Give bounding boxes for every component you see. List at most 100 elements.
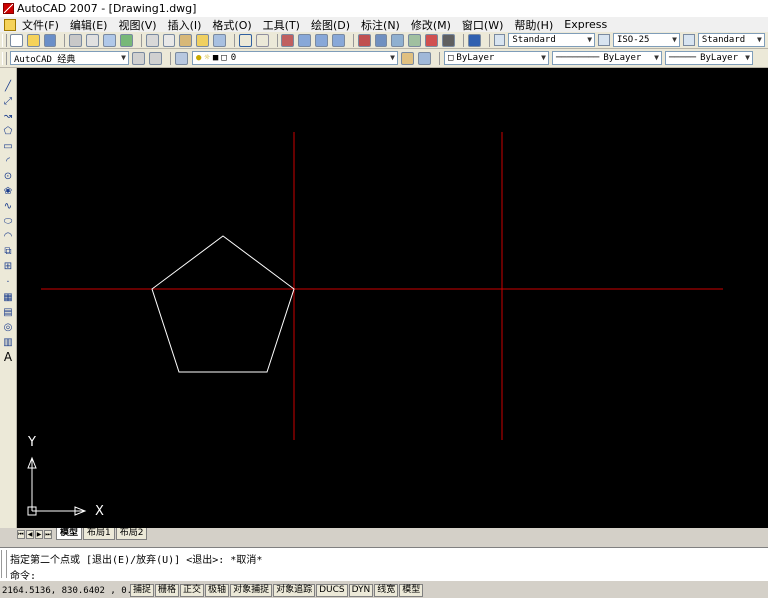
arc-icon[interactable]: ◜ <box>2 155 14 167</box>
table-style-icon[interactable] <box>683 34 695 46</box>
point-icon[interactable]: · <box>2 276 14 288</box>
tab-model[interactable]: 模型 <box>56 528 83 540</box>
redo-icon[interactable] <box>255 33 269 47</box>
toolbar-separator <box>462 33 464 47</box>
otrack-toggle[interactable]: 对象追踪 <box>273 584 316 597</box>
make-block-icon[interactable]: ⊞ <box>2 260 14 272</box>
document-icon[interactable] <box>4 18 16 31</box>
drawing-canvas[interactable]: Y X <box>17 68 768 528</box>
construction-line-icon[interactable]: ⤢ <box>2 95 14 107</box>
layer-properties-icon[interactable] <box>175 51 188 65</box>
table-style-select[interactable]: Standard ▼ <box>697 33 765 47</box>
lineweight-select[interactable]: ───── ByLayer ▼ <box>665 51 753 65</box>
layer-previous-icon[interactable] <box>418 51 431 65</box>
print-preview-icon[interactable] <box>86 33 100 47</box>
help-icon[interactable] <box>467 33 481 47</box>
ortho-toggle[interactable]: 正交 <box>180 584 205 597</box>
dim-style-select[interactable]: ISO-25 ▼ <box>612 33 680 47</box>
color-select[interactable]: □ ByLayer ▼ <box>444 51 549 65</box>
rectangle-icon[interactable]: ▭ <box>2 140 14 152</box>
command-window-grip[interactable] <box>1 550 7 578</box>
previous-tab-icon[interactable]: ◀ <box>26 529 34 539</box>
workspace-settings-icon[interactable] <box>132 51 145 65</box>
cut-icon[interactable] <box>145 33 159 47</box>
layer-select[interactable]: ● ☼ ■ □ 0 ▼ <box>192 51 398 65</box>
line-icon[interactable]: ╱ <box>2 80 14 92</box>
first-tab-icon[interactable]: ⏮ <box>17 529 25 539</box>
insert-block-icon[interactable]: ⧉ <box>2 245 14 257</box>
table-icon[interactable]: ▥ <box>2 336 14 348</box>
zoom-previous-icon[interactable] <box>331 33 345 47</box>
menu-view[interactable]: 视图(V) <box>118 17 156 33</box>
markup-icon[interactable] <box>425 33 438 47</box>
pentagon[interactable] <box>151 235 295 373</box>
last-tab-icon[interactable]: ⏭ <box>44 529 52 539</box>
menu-draw[interactable]: 绘图(D) <box>311 17 350 33</box>
dim-style-icon[interactable] <box>598 34 610 46</box>
polar-toggle[interactable]: 极轴 <box>205 584 230 597</box>
dyn-toggle[interactable]: DYN <box>348 584 374 597</box>
tool-palettes-icon[interactable] <box>391 33 405 47</box>
new-file-icon[interactable] <box>9 33 23 47</box>
ducs-toggle[interactable]: DUCS <box>316 584 348 597</box>
workspace-save-icon[interactable] <box>149 51 162 65</box>
undo-icon[interactable] <box>238 33 252 47</box>
workspace-select[interactable]: AutoCAD 经典 ▼ <box>10 51 129 65</box>
chevron-down-icon: ▼ <box>541 53 546 62</box>
pan-icon[interactable] <box>281 33 295 47</box>
match-properties-icon[interactable] <box>196 33 210 47</box>
zoom-realtime-icon[interactable] <box>298 33 312 47</box>
next-tab-icon[interactable]: ▶ <box>35 529 43 539</box>
tab-layout1[interactable]: 布局1 <box>83 528 115 540</box>
menu-express[interactable]: Express <box>564 18 607 31</box>
calculator-icon[interactable] <box>441 33 455 47</box>
menu-dimension[interactable]: 标注(N) <box>361 17 400 33</box>
polyline-icon[interactable]: ↝ <box>2 110 14 122</box>
block-editor-icon[interactable] <box>213 33 226 47</box>
multiline-text-icon[interactable]: A <box>2 350 14 364</box>
circle-icon[interactable]: ⊙ <box>2 170 14 182</box>
coordinate-readout[interactable]: 2164.5136, 830.6402 , 0.0000 <box>0 586 154 596</box>
print-icon[interactable] <box>69 33 83 47</box>
grid-toggle[interactable]: 栅格 <box>155 584 180 597</box>
menu-modify[interactable]: 修改(M) <box>411 17 451 33</box>
paste-icon[interactable] <box>179 33 193 47</box>
copy-icon[interactable] <box>162 33 176 47</box>
toolbar-grip[interactable] <box>2 33 7 47</box>
menu-insert[interactable]: 插入(I) <box>168 17 202 33</box>
hatch-icon[interactable]: ▦ <box>2 291 14 303</box>
text-style-icon[interactable] <box>493 34 506 46</box>
lineweight-toggle[interactable]: 线宽 <box>374 584 399 597</box>
polygon-icon[interactable]: ⬠ <box>2 125 14 137</box>
menu-help[interactable]: 帮助(H) <box>514 17 553 33</box>
ellipse-arc-icon[interactable]: ◠ <box>2 230 14 242</box>
menu-file[interactable]: 文件(F) <box>22 17 59 33</box>
toolbar-grip[interactable] <box>2 51 7 65</box>
command-prompt[interactable]: 命令: <box>10 567 36 582</box>
tab-layout2[interactable]: 布局2 <box>115 528 148 540</box>
toolbar-separator <box>233 33 235 47</box>
menu-format[interactable]: 格式(O) <box>212 17 251 33</box>
publish-web-icon[interactable] <box>119 33 133 47</box>
make-object-layer-current-icon[interactable] <box>401 51 414 65</box>
spline-icon[interactable]: ∿ <box>2 200 14 212</box>
design-center-icon[interactable] <box>374 33 388 47</box>
menu-window[interactable]: 窗口(W) <box>462 17 503 33</box>
region-icon[interactable]: ◎ <box>2 321 14 333</box>
linetype-select[interactable]: ──────── ByLayer ▼ <box>552 51 662 65</box>
model-toggle[interactable]: 模型 <box>399 584 424 597</box>
menu-tools[interactable]: 工具(T) <box>263 17 300 33</box>
properties-icon[interactable] <box>357 33 371 47</box>
revision-cloud-icon[interactable]: ❀ <box>2 185 14 197</box>
text-style-select[interactable]: Standard ▼ <box>508 33 596 47</box>
osnap-toggle[interactable]: 对象捕捉 <box>230 584 273 597</box>
menu-edit[interactable]: 编辑(E) <box>70 17 108 33</box>
sheet-set-icon[interactable] <box>408 33 422 47</box>
zoom-window-icon[interactable] <box>315 33 328 47</box>
open-file-icon[interactable] <box>26 33 40 47</box>
snap-toggle[interactable]: 捕捉 <box>130 584 155 597</box>
ellipse-icon[interactable]: ⬭ <box>2 215 14 227</box>
save-icon[interactable] <box>43 33 57 47</box>
publish-icon[interactable] <box>103 33 116 47</box>
gradient-icon[interactable]: ▤ <box>2 306 14 318</box>
